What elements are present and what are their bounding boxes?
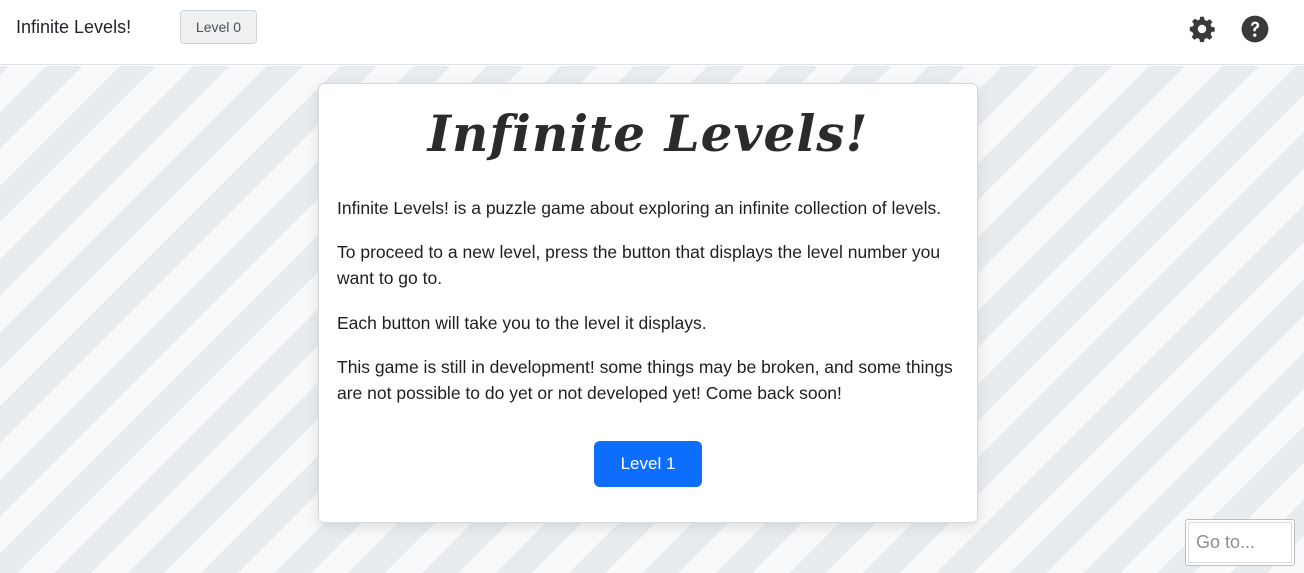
gear-icon [1189, 16, 1215, 43]
level-1-button[interactable]: Level 1 [594, 441, 702, 487]
intro-paragraph-4: This game is still in development! some … [337, 357, 953, 403]
question-circle-icon [1241, 15, 1269, 43]
settings-button[interactable] [1188, 15, 1216, 43]
intro-paragraph-2: To proceed to a new level, press the but… [337, 242, 941, 288]
intro-card: Infinite Levels! Infinite Levels! is a p… [318, 83, 978, 523]
top-navbar: Infinite Levels! Level 0 [0, 0, 1304, 65]
intro-paragraph-1: Infinite Levels! is a puzzle game about … [337, 198, 942, 218]
card-title: Infinite Levels! [427, 104, 869, 163]
goto-level-input[interactable] [1185, 519, 1295, 566]
app-title[interactable]: Infinite Levels! [16, 16, 131, 38]
help-button[interactable] [1241, 15, 1269, 43]
current-level-badge: Level 0 [180, 10, 257, 44]
intro-paragraph-3: Each button will take you to the level i… [337, 313, 707, 333]
